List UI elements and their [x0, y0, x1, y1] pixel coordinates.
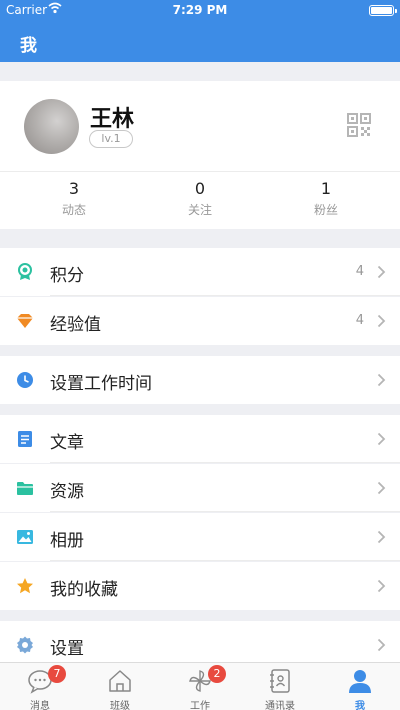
- menu-item-exp[interactable]: 经验值 4: [0, 297, 400, 345]
- diamond-icon: [17, 314, 33, 328]
- battery-icon: [369, 5, 397, 16]
- stat-posts[interactable]: 3 动态: [8, 179, 140, 218]
- tab-label: 我: [355, 701, 365, 710]
- menu-item-label: 资源: [50, 482, 84, 502]
- menu-item-label: 设置: [50, 639, 84, 659]
- tab-label: 班级: [110, 701, 130, 710]
- menu-item-label: 积分: [50, 266, 84, 286]
- menu-item-label: 设置工作时间: [50, 374, 152, 394]
- menu-item-label: 经验值: [50, 315, 101, 335]
- divider: [0, 171, 400, 172]
- clock-icon: [17, 372, 33, 388]
- stat-following-label: 关注: [187, 203, 212, 217]
- menu-item-label: 我的收藏: [50, 580, 118, 600]
- menu-item-label: 文章: [50, 433, 84, 453]
- work-badge: 2: [208, 665, 226, 683]
- stat-posts-count: 3: [68, 179, 80, 198]
- chevron-right-icon: [377, 579, 386, 593]
- chevron-right-icon: [377, 638, 386, 652]
- gear-icon: [17, 636, 33, 654]
- stat-followers-label: 粉丝: [313, 203, 338, 217]
- qr-code-icon[interactable]: [347, 113, 371, 137]
- image-icon: [17, 530, 33, 544]
- stat-following-count: 0: [194, 179, 206, 198]
- avatar[interactable]: [24, 99, 79, 154]
- status-bar: Carrier 7:29 PM: [0, 0, 400, 20]
- page-title: 我: [20, 36, 37, 56]
- tab-messages[interactable]: 7 消息: [0, 663, 80, 710]
- tab-me[interactable]: 我: [320, 663, 400, 710]
- divider: [50, 560, 400, 561]
- stat-followers[interactable]: 1 粉丝: [260, 179, 392, 218]
- menu-item-worktime[interactable]: 设置工作时间: [0, 356, 400, 404]
- menu-item-label: 相册: [50, 531, 84, 551]
- points-value: 4: [355, 264, 364, 279]
- tab-class[interactable]: 班级: [80, 663, 160, 710]
- star-icon: [17, 578, 33, 594]
- menu-item-resources[interactable]: 资源: [0, 464, 400, 512]
- divider: [50, 462, 400, 463]
- clock: 7:29 PM: [172, 3, 228, 17]
- level-badge: lv.1: [89, 130, 133, 148]
- tab-work[interactable]: 2 工作: [160, 663, 240, 710]
- stat-posts-label: 动态: [61, 203, 86, 217]
- profile-card[interactable]: 王林 lv.1 3 动态 0 关注 1 粉丝: [0, 81, 400, 229]
- chevron-right-icon: [377, 481, 386, 495]
- chevron-right-icon: [377, 314, 386, 328]
- divider: [50, 295, 400, 296]
- tab-contacts[interactable]: 通讯录: [240, 663, 320, 710]
- tab-label: 工作: [190, 701, 210, 710]
- tab-bar: 7 消息 班级 2 工作 通讯录 我: [0, 662, 400, 710]
- medal-icon: [18, 263, 32, 280]
- person-icon: [349, 670, 371, 693]
- folder-icon: [17, 482, 33, 495]
- message-badge: 7: [48, 665, 66, 683]
- tab-label: 消息: [30, 701, 50, 710]
- home-icon: [109, 670, 131, 692]
- stat-following[interactable]: 0 关注: [134, 179, 266, 218]
- tab-label: 通讯录: [265, 701, 295, 710]
- address-book-icon: [270, 669, 290, 693]
- stat-followers-count: 1: [320, 179, 332, 198]
- chevron-right-icon: [377, 265, 386, 279]
- menu-item-points[interactable]: 积分 4: [0, 248, 400, 296]
- chevron-right-icon: [377, 530, 386, 544]
- menu-item-favorites[interactable]: 我的收藏: [0, 562, 400, 610]
- user-name: 王林: [90, 107, 135, 132]
- nav-header: Carrier 7:29 PM 我: [0, 0, 400, 62]
- chevron-right-icon: [377, 373, 386, 387]
- menu-item-articles[interactable]: 文章: [0, 415, 400, 463]
- menu-item-album[interactable]: 相册: [0, 513, 400, 561]
- document-icon: [18, 431, 32, 447]
- chevron-right-icon: [377, 432, 386, 446]
- divider: [50, 511, 400, 512]
- exp-value: 4: [355, 313, 364, 328]
